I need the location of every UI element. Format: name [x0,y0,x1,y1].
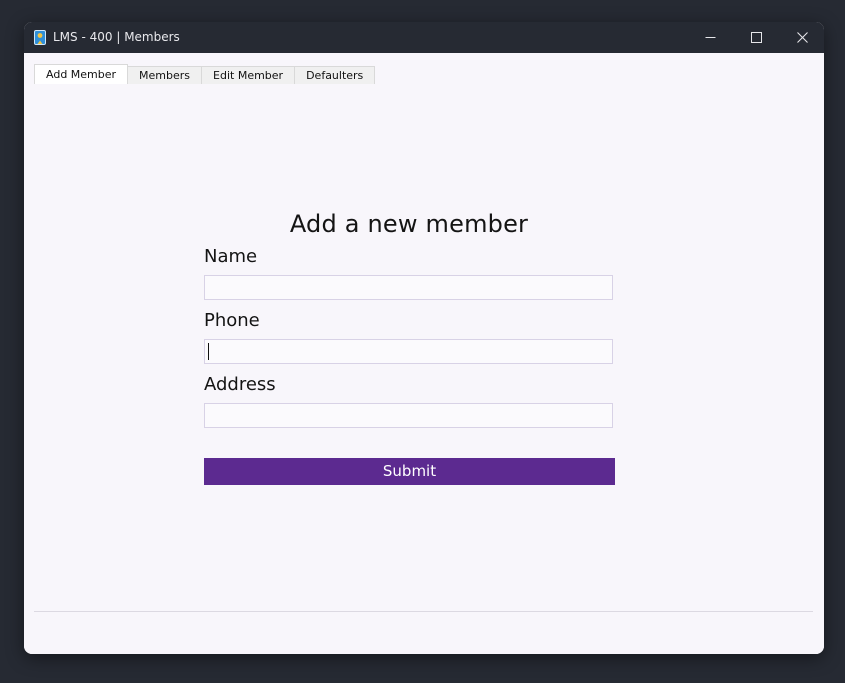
tab-add-member[interactable]: Add Member [34,64,129,84]
tab-edit-member[interactable]: Edit Member [201,66,296,84]
library-book-icon [34,30,46,45]
maximize-button[interactable] [733,22,779,53]
phone-label: Phone [204,310,260,331]
address-label: Address [204,374,276,395]
close-icon [796,32,808,43]
maximize-icon [750,32,762,43]
title-bar[interactable]: LMS - 400 | Members [24,22,824,53]
form-title: Add a new member [289,210,529,238]
bottom-divider [34,611,813,612]
tab-bar: Add Member Members Edit Member Defaulter… [34,64,376,84]
window-content: Add Member Members Edit Member Defaulter… [24,53,824,654]
name-input[interactable] [204,275,613,300]
app-window: LMS - 400 | Members Add Member Members E… [24,22,824,654]
name-label: Name [204,246,258,267]
close-button[interactable] [779,22,824,53]
minimize-icon [705,37,715,38]
minimize-button[interactable] [687,22,733,53]
window-title: LMS - 400 | Members [53,30,180,44]
address-input[interactable] [204,403,613,428]
text-caret [208,343,209,360]
submit-button[interactable]: Submit [204,458,615,485]
phone-input[interactable] [204,339,613,364]
tab-defaulters[interactable]: Defaulters [294,66,376,84]
tab-members[interactable]: Members [127,66,203,84]
